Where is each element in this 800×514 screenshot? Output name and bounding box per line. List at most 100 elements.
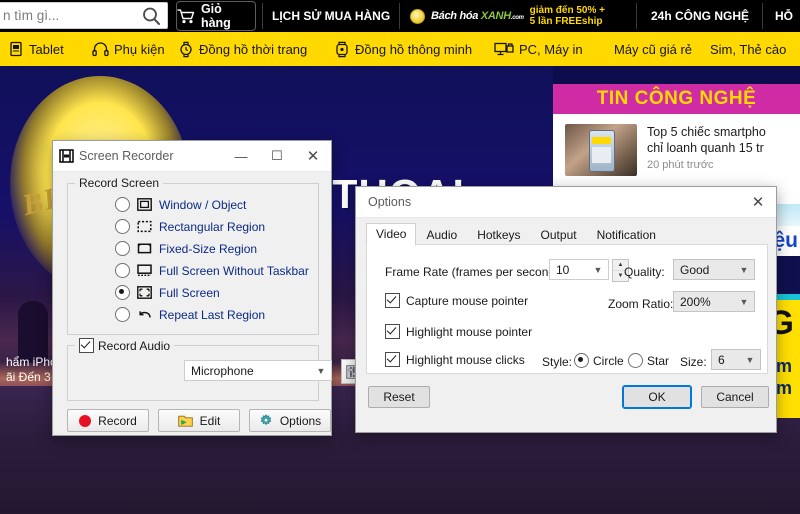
top-item-purchase-history[interactable]: LỊCH SỬ MUA HÀNG — [272, 0, 390, 32]
radio-indicator[interactable] — [115, 219, 130, 234]
minimize-button[interactable]: — — [223, 142, 259, 171]
search-input-value: n tìm gì... — [3, 8, 60, 23]
options-window[interactable]: Options ✕ Video Audio Hotkeys Output Not… — [355, 186, 777, 433]
radio-rectangular-region[interactable]: Rectangular Region — [115, 219, 265, 234]
options-tabstrip[interactable]: Video Audio Hotkeys Output Notification — [366, 223, 766, 246]
size-value: 6 — [718, 352, 725, 367]
tab-hotkeys[interactable]: Hotkeys — [467, 224, 530, 246]
nav-label: Tablet — [29, 41, 64, 57]
nav-item-accessories[interactable]: Phụ kiện — [92, 32, 165, 66]
chevron-down-icon: ▼ — [739, 296, 749, 307]
dashed-rect-icon — [137, 220, 152, 233]
chevron-down-icon: ▼ — [316, 365, 326, 376]
record-audio-legend[interactable]: Record Audio — [75, 338, 175, 353]
tab-notification[interactable]: Notification — [587, 224, 666, 246]
ok-button-label: OK — [648, 390, 666, 404]
quality-select[interactable]: Good ▼ — [673, 259, 755, 280]
bach-hoa-xanh-promo[interactable]: Bách hóa XANH.com giảm đến 50% + 5 lần F… — [410, 0, 605, 32]
radio-indicator[interactable] — [115, 307, 130, 322]
highlight-mouse-clicks-checkbox[interactable] — [385, 352, 400, 367]
highlight-mouse-clicks-row[interactable]: Highlight mouse clicks — [385, 352, 525, 367]
radio-indicator[interactable] — [115, 285, 130, 300]
tab-audio[interactable]: Audio — [416, 224, 467, 246]
ok-button[interactable]: OK — [622, 385, 692, 409]
nav-item-smartwatch[interactable]: Đồng hồ thông minh — [334, 32, 472, 66]
tab-output[interactable]: Output — [531, 224, 587, 246]
highlight-mouse-clicks-label: Highlight mouse clicks — [406, 352, 525, 367]
screen-recorder-window[interactable]: Screen Recorder — ☐ ✕ Record Screen Wind… — [52, 140, 363, 436]
headphone-icon — [92, 42, 109, 57]
radio-indicator[interactable] — [574, 353, 589, 368]
record-audio-label: Record Audio — [98, 338, 171, 353]
nav-item-tablet[interactable]: Tablet — [8, 32, 64, 66]
nav-label: Sim, Thẻ cào — [710, 41, 787, 57]
radio-label: Fixed-Size Region — [159, 241, 258, 256]
highlight-mouse-pointer-checkbox[interactable] — [385, 324, 400, 339]
audio-device-select[interactable]: Microphone ▼ — [184, 360, 332, 381]
style-star-radio[interactable]: Star — [628, 353, 669, 368]
cancel-button-label: Cancel — [716, 390, 754, 404]
size-select[interactable]: 6 ▼ — [711, 349, 761, 370]
news-thumbnail — [565, 124, 637, 176]
record-button[interactable]: Record — [67, 409, 149, 432]
chevron-down-icon: ▼ — [745, 354, 755, 365]
reset-button[interactable]: Reset — [368, 386, 430, 408]
maximize-button[interactable]: ☐ — [259, 142, 295, 171]
fixed-rect-icon — [137, 242, 152, 255]
radio-fixed-size-region[interactable]: Fixed-Size Region — [115, 241, 257, 256]
search-icon[interactable] — [137, 2, 167, 29]
radio-indicator[interactable] — [115, 263, 130, 278]
frame-rate-select[interactable]: 10 ▼ — [549, 259, 609, 280]
record-audio-checkbox[interactable] — [79, 338, 94, 353]
highlight-mouse-pointer-row[interactable]: Highlight mouse pointer — [385, 324, 532, 339]
cart-icon — [177, 8, 195, 23]
promo-text: giảm đến 50% + 5 lần FREEship — [529, 5, 605, 27]
nav-label: Đồng hồ thời trang — [199, 41, 308, 57]
radio-full-screen-without-taskbar[interactable]: Full Screen Without Taskbar — [115, 263, 309, 278]
nav-item-sim-card[interactable]: Sim, Thẻ cào — [710, 32, 786, 66]
folder-edit-icon — [177, 415, 193, 427]
quality-value: Good — [680, 262, 710, 277]
edit-button[interactable]: Edit — [158, 409, 240, 432]
cart-label: Giỏ hàng — [200, 2, 231, 30]
style-circle-radio[interactable]: Circle — [574, 353, 624, 368]
top-item-support[interactable]: HỖ — [775, 0, 793, 32]
radio-indicator[interactable] — [115, 241, 130, 256]
chevron-down-icon: ▼ — [593, 264, 603, 275]
capture-mouse-pointer-checkbox[interactable] — [385, 293, 400, 308]
hero-silhouette — [18, 301, 48, 363]
film-reel-icon — [53, 149, 79, 163]
radio-repeat-last-region[interactable]: Repeat Last Region — [115, 307, 265, 322]
fullscreen-icon — [137, 286, 152, 299]
monitor-icon — [494, 42, 514, 55]
radio-full-screen[interactable]: Full Screen — [115, 285, 220, 300]
zoom-ratio-select[interactable]: 200% ▼ — [673, 291, 755, 312]
close-button[interactable]: ✕ — [295, 142, 331, 171]
news-list-item[interactable]: Top 5 chiếc smartpho chỉ loanh quanh 15 … — [565, 124, 800, 176]
radio-label: Rectangular Region — [159, 219, 266, 234]
promo-dot-icon — [410, 8, 425, 24]
options-close-button[interactable]: ✕ — [740, 188, 776, 217]
nav-item-used-devices[interactable]: Máy cũ giá rẻ — [614, 32, 692, 66]
radio-indicator[interactable] — [115, 197, 130, 212]
radio-window-object[interactable]: Window / Object — [115, 197, 246, 212]
radio-label: Full Screen — [159, 285, 220, 300]
cart-button[interactable]: Giỏ hàng — [176, 1, 256, 31]
screen-recorder-titlebar[interactable]: Screen Recorder — ☐ ✕ — [53, 141, 331, 172]
nav-label: Phụ kiện — [114, 41, 165, 57]
options-button-label: Options — [279, 413, 322, 428]
cancel-button[interactable]: Cancel — [701, 386, 769, 408]
options-titlebar[interactable]: Options ✕ — [356, 187, 776, 218]
options-button[interactable]: Options — [249, 409, 331, 432]
search-input[interactable]: n tìm gì... — [0, 2, 168, 29]
top-item-24h-tech[interactable]: 24h CÔNG NGHỆ — [651, 0, 749, 32]
radio-label: Repeat Last Region — [159, 307, 266, 322]
repeat-icon — [137, 308, 152, 321]
nav-item-pc-printer[interactable]: PC, Máy in — [494, 32, 583, 66]
tab-video[interactable]: Video — [366, 223, 417, 246]
nav-item-fashion-watch[interactable]: Đồng hồ thời trang — [178, 32, 307, 66]
zoom-ratio-value: 200% — [680, 294, 711, 309]
radio-indicator[interactable] — [628, 353, 643, 368]
capture-mouse-pointer-row[interactable]: Capture mouse pointer — [385, 293, 528, 308]
radio-label: Window / Object — [159, 197, 247, 212]
